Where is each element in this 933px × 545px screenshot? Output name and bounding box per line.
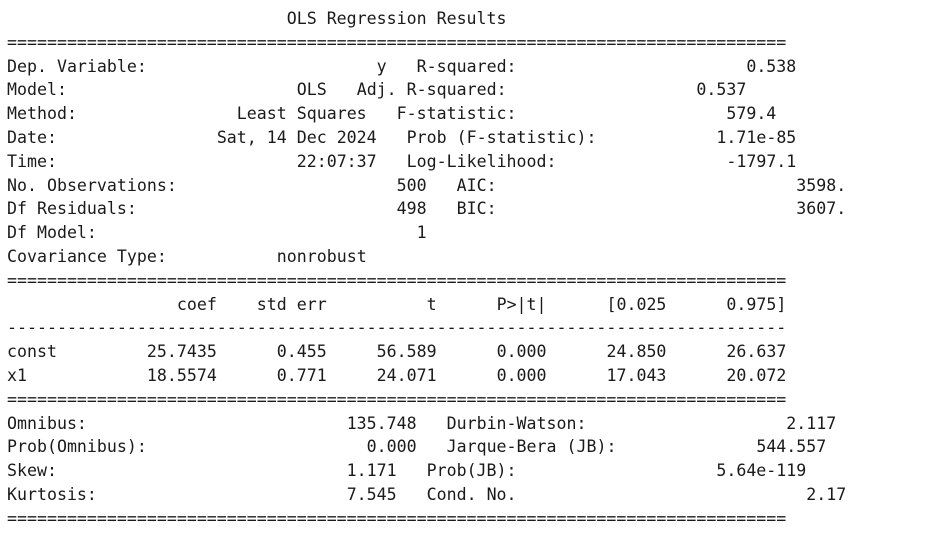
summary-right-label: BIC:	[456, 199, 497, 219]
summary-right-label: AIC:	[456, 175, 497, 195]
summary-left-label: Covariance Type:	[7, 246, 167, 266]
coef-value: 24.071	[376, 365, 437, 385]
dash-separator-line: ----------------------------------------…	[7, 318, 787, 338]
separator-line: ========================================…	[7, 508, 787, 528]
coef-header: coef	[176, 294, 217, 314]
coef-value: 0.771	[276, 365, 327, 385]
diag-left-value: 1.171	[346, 461, 397, 481]
summary-left-label: Dep. Variable:	[7, 56, 147, 76]
coef-value: 17.043	[606, 365, 667, 385]
coef-header: t	[426, 294, 437, 314]
coef-value: 0.000	[496, 342, 547, 362]
coef-row-name: x1	[7, 365, 27, 385]
diag-left-value: 7.545	[346, 484, 397, 504]
diag-left-label: Omnibus:	[7, 413, 87, 433]
summary-right-value: 0.538	[746, 56, 797, 76]
separator-line: ========================================…	[7, 32, 787, 52]
separator-line: ========================================…	[7, 389, 787, 409]
summary-right-label: Adj. R-squared:	[356, 80, 507, 100]
diag-left-label: Kurtosis:	[7, 484, 97, 504]
summary-left-value: 498	[396, 199, 427, 219]
summary-left-value: 1	[416, 223, 427, 243]
summary-left-value: Least Squares	[236, 104, 367, 124]
coef-row-name: const	[7, 342, 57, 362]
coef-value: 18.5574	[146, 365, 217, 385]
diag-right-value: 5.64e-119	[716, 461, 807, 481]
summary-left-label: Model:	[7, 80, 67, 100]
summary-right-value: -1797.1	[726, 151, 797, 171]
separator-line: ========================================…	[7, 270, 787, 290]
summary-left-value: nonrobust	[276, 246, 367, 266]
diag-left-value: 135.748	[346, 413, 417, 433]
summary-left-value: OLS	[296, 80, 327, 100]
coef-value: 25.7435	[146, 342, 217, 362]
summary-right-value: 579.4	[726, 104, 777, 124]
diag-left-value: 0.000	[366, 437, 417, 457]
summary-right-value: 1.71e-85	[716, 127, 797, 147]
coef-header: P>|t|	[496, 294, 547, 314]
diag-right-label: Durbin-Watson:	[446, 413, 587, 433]
diag-left-label: Skew:	[7, 461, 57, 481]
summary-left-value: y	[376, 56, 387, 76]
coef-value: 24.850	[606, 342, 667, 362]
coef-value: 20.072	[726, 365, 787, 385]
coef-value: 26.637	[726, 342, 787, 362]
diag-right-label: Cond. No.	[426, 484, 517, 504]
summary-right-label: F-statistic:	[396, 104, 517, 124]
summary-right-value: 3607.	[796, 199, 847, 219]
diag-left-label: Prob(Omnibus):	[7, 437, 147, 457]
diag-right-label: Prob(JB):	[426, 461, 517, 481]
summary-left-label: Df Residuals:	[7, 199, 137, 219]
diag-right-label: Jarque-Bera (JB):	[446, 437, 617, 457]
summary-left-value: Sat, 14 Dec 2024	[216, 127, 377, 147]
coef-header: [0.025	[606, 294, 667, 314]
summary-right-label: Log-Likelihood:	[406, 151, 557, 171]
diag-right-value: 2.17	[806, 484, 847, 504]
coef-header: std err	[256, 294, 327, 314]
summary-left-label: Df Model:	[7, 223, 97, 243]
summary-left-value: 22:07:37	[296, 151, 377, 171]
coef-header: 0.975]	[726, 294, 787, 314]
summary-left-label: Time:	[7, 151, 57, 171]
ols-summary-output: OLS Regression Results =================…	[7, 7, 846, 531]
summary-left-label: Method:	[7, 104, 77, 124]
diag-right-value: 2.117	[786, 413, 837, 433]
coef-value: 56.589	[376, 342, 437, 362]
summary-right-label: Prob (F-statistic):	[406, 127, 597, 147]
summary-left-value: 500	[396, 175, 427, 195]
summary-right-label: R-squared:	[416, 56, 517, 76]
summary-right-value: 3598.	[796, 175, 847, 195]
diag-right-value: 544.557	[756, 437, 827, 457]
coef-value: 0.455	[276, 342, 327, 362]
summary-title: OLS Regression Results	[7, 9, 507, 28]
coef-value: 0.000	[496, 365, 547, 385]
summary-right-value: 0.537	[696, 80, 747, 100]
summary-left-label: No. Observations:	[7, 175, 177, 195]
summary-left-label: Date:	[7, 127, 57, 147]
